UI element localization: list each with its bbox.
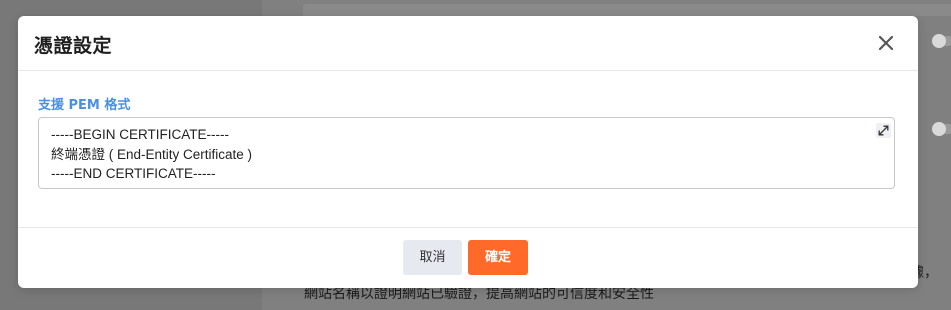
- confirm-button[interactable]: 確定: [468, 240, 528, 275]
- dialog-header: 憑證設定: [18, 16, 918, 71]
- dialog-title: 憑證設定: [34, 35, 113, 57]
- certificate-settings-dialog: 憑證設定 支援 PEM 格式 -----BEGIN CERTIFICATE---…: [18, 16, 918, 288]
- certificate-line: -----BEGIN CERTIFICATE-----: [51, 127, 229, 142]
- certificate-line: -----END CERTIFICATE-----: [51, 166, 216, 181]
- pem-format-label: 支援 PEM 格式: [38, 98, 131, 113]
- background-card: [303, 4, 951, 16]
- cancel-button[interactable]: 取消: [403, 240, 462, 275]
- background-toggle: [932, 122, 951, 136]
- close-icon[interactable]: [876, 33, 896, 53]
- expand-icon[interactable]: [876, 123, 891, 138]
- background-toggle: [932, 34, 951, 48]
- certificate-line: 終端憑證 ( End-Entity Certificate ): [51, 146, 253, 162]
- certificate-textarea[interactable]: -----BEGIN CERTIFICATE----- 終端憑證 ( End-E…: [38, 117, 895, 189]
